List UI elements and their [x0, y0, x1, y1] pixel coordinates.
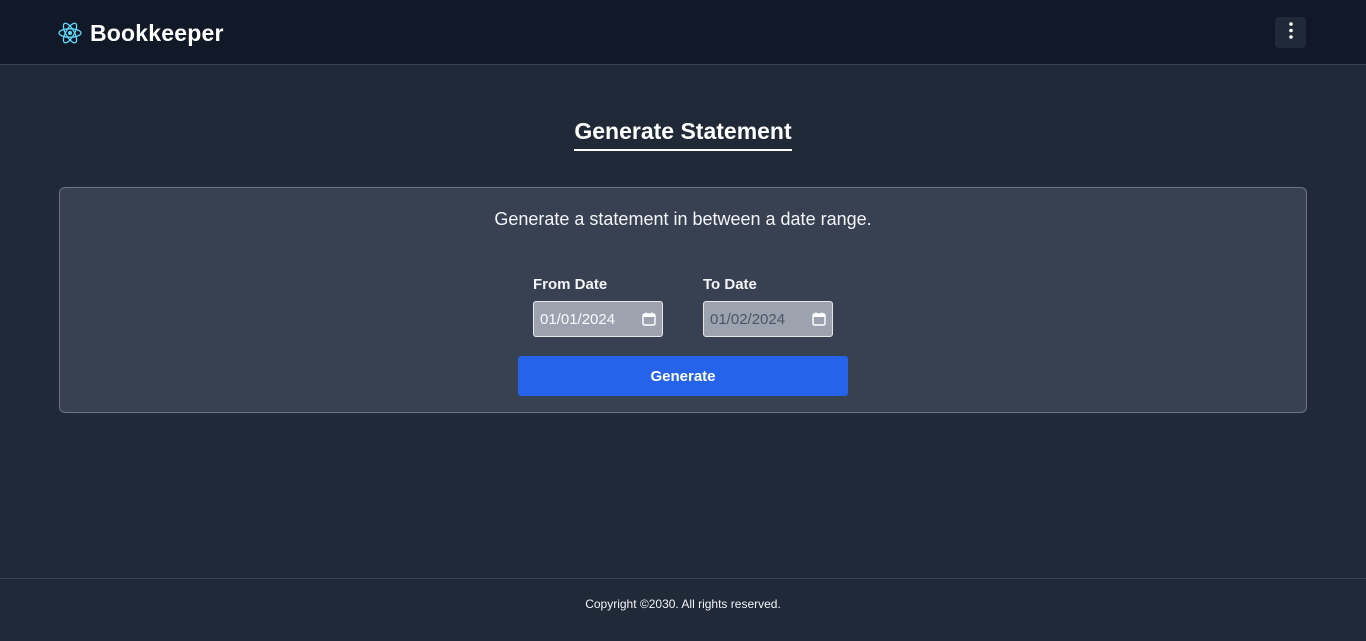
vertical-ellipsis-icon	[1288, 21, 1293, 44]
top-navbar: Bookkeeper	[0, 0, 1366, 65]
page-title-wrap: Generate Statement	[0, 117, 1366, 151]
to-date-label: To Date	[703, 276, 757, 293]
page-title: Generate Statement	[574, 117, 792, 151]
brand-name: Bookkeeper	[90, 19, 224, 46]
from-date-value: 01/01/2024	[540, 310, 616, 328]
copyright-text: Copyright ©2030. All rights reserved.	[585, 597, 781, 611]
card-description: Generate a statement in between a date r…	[494, 209, 872, 229]
menu-button[interactable]	[1275, 17, 1306, 48]
to-date-input[interactable]: 01/02/2024	[703, 301, 833, 337]
to-date-field: To Date 01/02/2024	[703, 276, 833, 337]
from-date-label: From Date	[533, 276, 608, 293]
react-atom-icon	[58, 21, 82, 45]
from-date-input[interactable]: 01/01/2024	[533, 301, 663, 337]
statement-card: Generate a statement in between a date r…	[59, 187, 1307, 413]
calendar-icon[interactable]	[642, 312, 656, 326]
calendar-icon[interactable]	[812, 312, 826, 326]
generate-button[interactable]: Generate	[518, 356, 848, 396]
to-date-value-text: 01/02/2024	[710, 310, 786, 328]
brand[interactable]: Bookkeeper	[58, 17, 224, 49]
to-date-value: 01/02/2024	[710, 311, 785, 328]
from-date-field: From Date 01/01/2024	[533, 276, 663, 337]
footer: Copyright ©2030. All rights reserved.	[0, 578, 1366, 641]
